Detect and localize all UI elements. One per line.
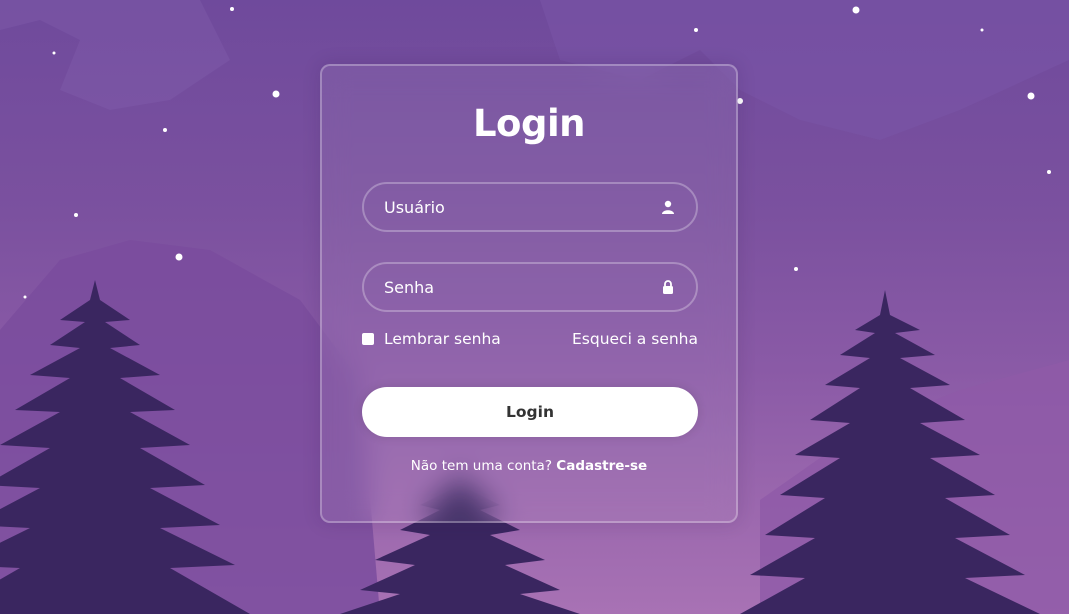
login-button[interactable]: Login — [362, 387, 698, 437]
lock-icon — [660, 279, 676, 295]
password-field[interactable] — [362, 262, 698, 312]
remember-label: Lembrar senha — [384, 330, 501, 348]
login-title: Login — [472, 102, 586, 145]
register-prompt-text: Não tem uma conta? — [410, 458, 552, 474]
register-link[interactable]: Cadastre-se — [556, 458, 647, 474]
password-input[interactable] — [384, 277, 660, 297]
remember-me[interactable]: Lembrar senha — [362, 330, 501, 348]
login-card: Login Lembrar senha Esqueci a senha Logi… — [320, 64, 738, 523]
remember-checkbox[interactable] — [362, 333, 374, 345]
login-options: Lembrar senha Esqueci a senha — [362, 330, 698, 348]
username-field[interactable] — [362, 182, 698, 232]
register-prompt: Não tem uma conta? Cadastre-se — [322, 458, 736, 474]
sky-cloud-shape-left — [0, 0, 230, 110]
user-icon — [660, 199, 676, 215]
forgot-password-link[interactable]: Esqueci a senha — [572, 330, 698, 348]
username-input[interactable] — [384, 197, 660, 217]
